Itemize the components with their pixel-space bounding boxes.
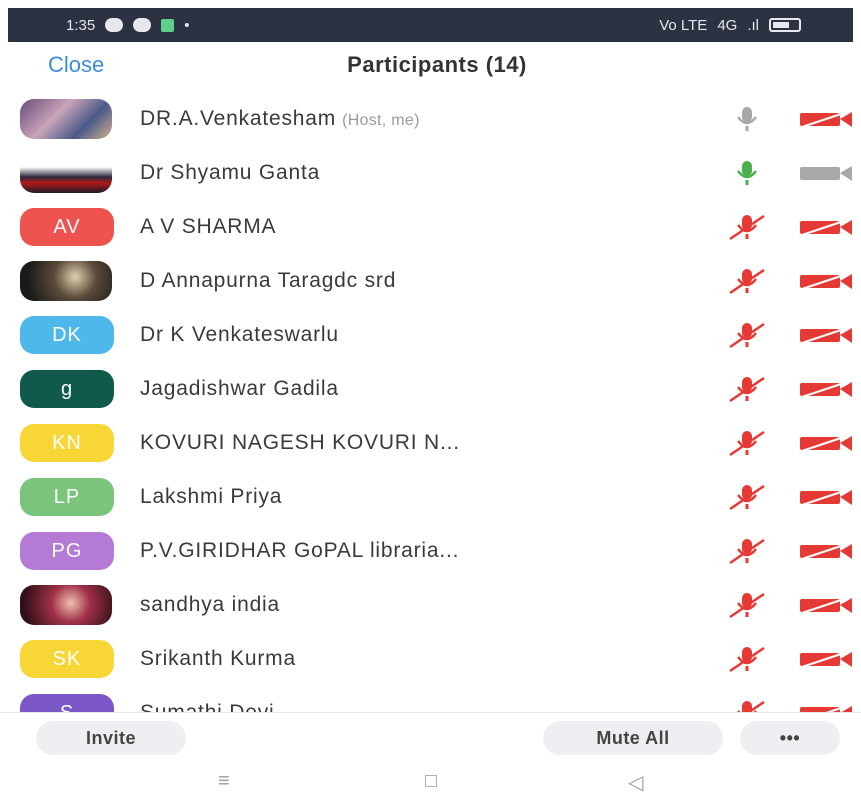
participant-name: DR.A.Venkatesham (Host, me): [140, 107, 420, 131]
video-off-icon[interactable]: [798, 430, 856, 456]
video-off-icon[interactable]: [798, 592, 856, 618]
avatar: [20, 99, 112, 139]
participant-name-text: Sumathi Devi: [140, 701, 274, 712]
mute-all-button[interactable]: Mute All: [543, 721, 723, 755]
participant-list[interactable]: DR.A.Venkatesham (Host, me) Dr Shyamu Gant…: [0, 90, 861, 712]
participant-name-text: D Annapurna Taragdc srd: [140, 269, 397, 292]
participant-name: sandhya india: [140, 593, 280, 617]
participant-name: Dr K Venkateswarlu: [140, 323, 339, 347]
header: Close Participants (14): [0, 42, 861, 88]
avatar: S: [20, 694, 114, 712]
avatar: [20, 261, 112, 301]
video-off-icon[interactable]: [798, 376, 856, 402]
participant-name-text: Dr K Venkateswarlu: [140, 323, 339, 346]
bottom-action-bar: Invite Mute All •••: [0, 712, 861, 765]
avatar: [20, 585, 112, 625]
participant-row[interactable]: LP Lakshmi Priya: [0, 470, 861, 524]
participant-name-text: sandhya india: [140, 593, 280, 616]
microphone-muted-icon[interactable]: [726, 428, 768, 458]
participant-role-tag: (Host, me): [342, 112, 420, 129]
participant-name-text: Dr Shyamu Ganta: [140, 161, 321, 184]
participant-row[interactable]: DR.A.Venkatesham (Host, me): [0, 92, 861, 146]
participant-name-text: KOVURI NAGESH KOVURI N...: [140, 431, 460, 454]
dot-icon: •: [184, 16, 190, 34]
status-time: 1:35: [66, 16, 96, 34]
microphone-icon[interactable]: [726, 158, 768, 188]
participant-name: Dr Shyamu Ganta: [140, 161, 320, 185]
participant-row[interactable]: g Jagadishwar Gadila: [0, 362, 861, 416]
participant-row[interactable]: PG P.V.GIRIDHAR GoPAL libraria...: [0, 524, 861, 578]
signal-icon: .ıl: [747, 16, 759, 34]
participant-name-text: A V SHARMA: [140, 215, 277, 238]
microphone-muted-icon[interactable]: [726, 374, 768, 404]
more-button[interactable]: •••: [740, 721, 840, 755]
microphone-muted-icon[interactable]: [726, 266, 768, 296]
participant-row[interactable]: Dr Shyamu Ganta: [0, 146, 861, 200]
participant-name-text: Lakshmi Priya: [140, 485, 283, 508]
video-off-icon[interactable]: [798, 700, 856, 712]
microphone-muted-icon[interactable]: [726, 482, 768, 512]
participant-row[interactable]: KN KOVURI NAGESH KOVURI N...: [0, 416, 861, 470]
participant-name: KOVURI NAGESH KOVURI N...: [140, 431, 460, 455]
avatar: DK: [20, 316, 114, 354]
video-off-icon[interactable]: [798, 214, 856, 240]
participant-name: Srikanth Kurma: [140, 647, 296, 671]
participant-name-text: P.V.GIRIDHAR GoPAL libraria...: [140, 539, 460, 562]
microphone-muted-icon[interactable]: [726, 212, 768, 242]
notification-icon: [133, 18, 152, 32]
microphone-muted-icon[interactable]: [726, 698, 768, 712]
participant-row[interactable]: DK Dr K Venkateswarlu: [0, 308, 861, 362]
participant-name: A V SHARMA: [140, 215, 276, 239]
participant-name: Lakshmi Priya: [140, 485, 282, 509]
avatar: g: [20, 370, 114, 408]
participant-name: Jagadishwar Gadila: [140, 377, 339, 401]
avatar: PG: [20, 532, 114, 570]
video-off-icon[interactable]: [798, 268, 856, 294]
page-title: Participants (14): [347, 52, 527, 77]
participant-name: Sumathi Devi: [140, 701, 274, 712]
video-camera-icon[interactable]: [798, 160, 856, 186]
microphone-muted-icon[interactable]: [726, 536, 768, 566]
network-type: 4G: [717, 16, 738, 34]
avatar: [20, 153, 112, 193]
system-nav-bar: ≡ □ ◁: [0, 764, 861, 796]
video-off-icon[interactable]: [798, 484, 856, 510]
avatar: LP: [20, 478, 114, 516]
menu-icon[interactable]: ≡: [218, 770, 230, 793]
participant-row[interactable]: S Sumathi Devi: [0, 686, 861, 712]
participant-name-text: Jagadishwar Gadila: [140, 377, 339, 400]
invite-button[interactable]: Invite: [36, 721, 186, 755]
participant-row[interactable]: AV A V SHARMA: [0, 200, 861, 254]
microphone-muted-icon[interactable]: [726, 104, 768, 134]
video-off-icon[interactable]: [798, 322, 856, 348]
video-off-icon[interactable]: [798, 538, 856, 564]
microphone-muted-icon[interactable]: [726, 590, 768, 620]
home-icon[interactable]: □: [425, 770, 437, 793]
video-off-icon[interactable]: [798, 646, 856, 672]
notification-icon: [105, 18, 124, 32]
avatar: KN: [20, 424, 114, 462]
participant-name: D Annapurna Taragdc srd: [140, 269, 396, 293]
avatar: AV: [20, 208, 114, 246]
back-icon[interactable]: ◁: [628, 770, 643, 795]
participant-row[interactable]: D Annapurna Taragdc srd: [0, 254, 861, 308]
avatar: SK: [20, 640, 114, 678]
microphone-muted-icon[interactable]: [726, 320, 768, 350]
microphone-muted-icon[interactable]: [726, 644, 768, 674]
video-off-icon[interactable]: [798, 106, 856, 132]
participant-row[interactable]: SK Srikanth Kurma: [0, 632, 861, 686]
app-notification-icon: [161, 18, 175, 32]
battery-icon: [769, 18, 801, 32]
participant-row[interactable]: sandhya india: [0, 578, 861, 632]
network-label: Vo LTE: [659, 16, 708, 34]
status-bar: 1:35 • Vo LTE 4G .ıl: [8, 8, 853, 42]
participant-name-text: DR.A.Venkatesham: [140, 107, 337, 130]
participant-name: P.V.GIRIDHAR GoPAL libraria...: [140, 539, 459, 563]
participant-name-text: Srikanth Kurma: [140, 647, 296, 670]
